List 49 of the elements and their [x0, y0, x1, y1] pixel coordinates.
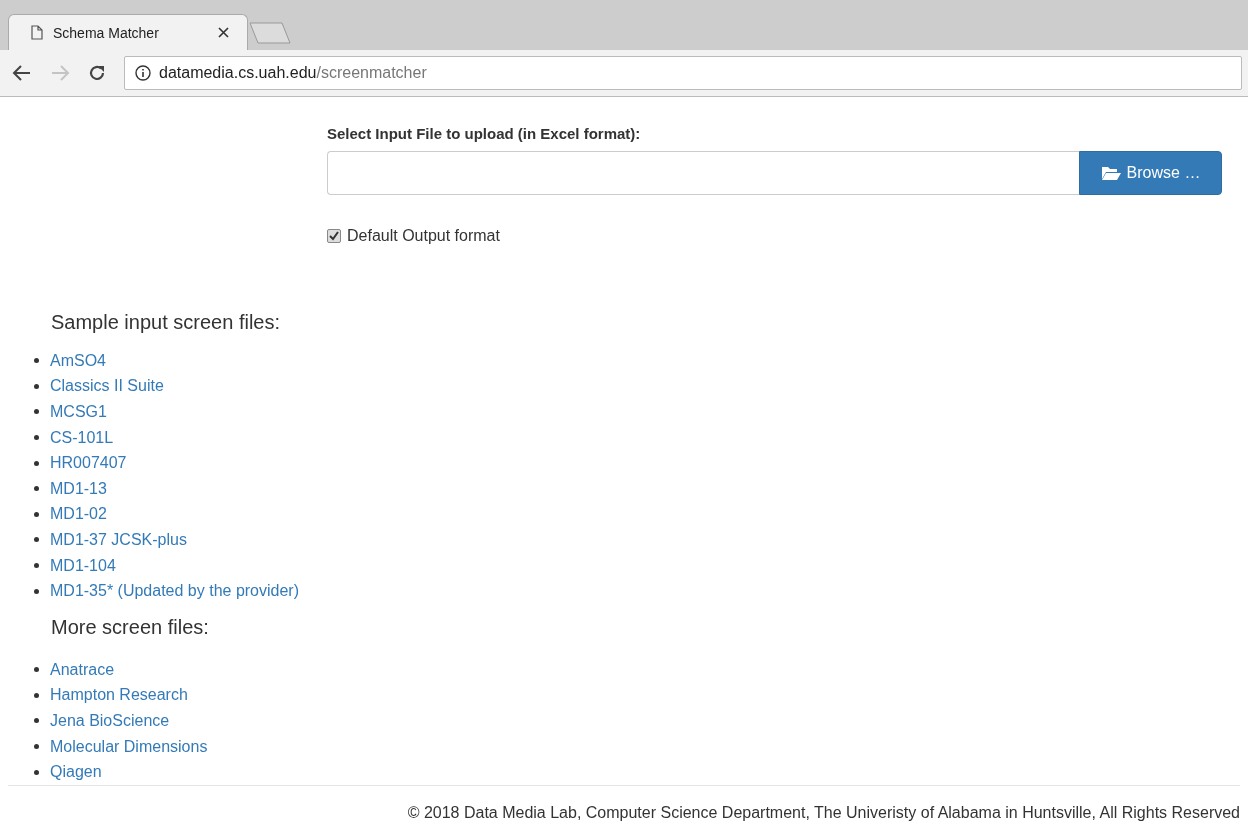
- file-link[interactable]: HR007407: [50, 454, 127, 473]
- copyright-text: © 2018 Data Media Lab, Computer Science Department, The Univeristy of Alabama in Huntsville, All Rights Reserved: [407, 803, 1240, 822]
- bullet-icon: [34, 409, 39, 415]
- bullet-icon: [34, 435, 39, 441]
- bullet-icon: [34, 667, 39, 673]
- bullet-icon: [34, 537, 39, 543]
- file-link[interactable]: Jena BioScience: [50, 711, 170, 730]
- tab-title: Schema Matcher: [53, 24, 160, 41]
- browser-tab[interactable]: Schema Matcher: [8, 14, 248, 50]
- file-link[interactable]: MD1-35* (Updated by the provider): [50, 582, 299, 601]
- page-icon: [31, 25, 43, 40]
- checkbox[interactable]: [327, 229, 341, 243]
- reload-icon[interactable]: [88, 64, 106, 82]
- url-path: /screenmatcher: [316, 64, 427, 81]
- back-icon[interactable]: [12, 64, 32, 82]
- bullet-icon: [34, 769, 39, 775]
- bullet-icon: [34, 692, 39, 698]
- address-bar[interactable]: datamedia.cs.uah.edu/screenmatcher: [124, 56, 1242, 90]
- file-link[interactable]: MD1-37 JCSK-plus: [50, 530, 187, 549]
- bullet-icon: [34, 744, 39, 749]
- bullet-icon: [34, 563, 39, 569]
- file-link[interactable]: Classics II Suite: [50, 377, 164, 396]
- section-heading: Sample input screen files:: [51, 311, 281, 334]
- bullet-icon: [34, 383, 39, 389]
- file-link[interactable]: MD1-104: [50, 556, 116, 575]
- file-link[interactable]: Anatrace: [50, 660, 115, 679]
- file-link[interactable]: MCSG1: [50, 403, 107, 421]
- bullet-icon: [34, 511, 39, 517]
- url-host: datamedia.cs.uah.edu: [159, 64, 317, 81]
- upload-label: Select Input File to upload (in Excel format):: [327, 125, 642, 142]
- file-link[interactable]: CS-101L: [50, 428, 114, 447]
- file-link[interactable]: AmSO4: [50, 351, 106, 370]
- file-link[interactable]: MD1-13: [50, 479, 107, 498]
- file-link[interactable]: Hampton Research: [50, 686, 188, 705]
- file-link[interactable]: Qiagen: [50, 763, 102, 782]
- bullet-icon: [34, 358, 39, 364]
- bullet-icon: [34, 460, 39, 466]
- bullet-icon: [34, 486, 39, 492]
- info-icon: [135, 65, 151, 81]
- bullet-icon: [34, 588, 39, 594]
- browse-button[interactable]: Browse …: [1079, 151, 1222, 195]
- close-icon[interactable]: [218, 27, 229, 38]
- file-link[interactable]: Molecular Dimensions: [50, 737, 208, 756]
- folder-icon: [1100, 165, 1121, 181]
- file-link[interactable]: MD1-02: [50, 505, 107, 524]
- section-heading: More screen files:: [51, 615, 210, 639]
- file-name-field[interactable]: [327, 151, 1079, 195]
- bullet-icon: [34, 718, 39, 724]
- checkbox-label: Default Output format: [347, 227, 500, 245]
